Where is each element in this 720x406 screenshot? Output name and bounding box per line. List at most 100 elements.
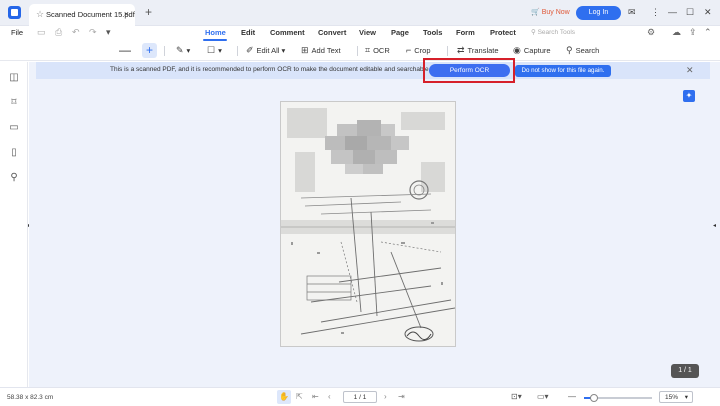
search-tools-input[interactable]: ⚲ Search Tools bbox=[531, 28, 575, 36]
page-dimensions: 58.38 x 82.3 cm bbox=[7, 394, 54, 401]
redo-icon[interactable]: ↷ bbox=[89, 27, 97, 38]
new-tab-icon[interactable]: + bbox=[145, 6, 152, 18]
close-window-icon[interactable]: ✕ bbox=[704, 7, 712, 17]
perform-ocr-button[interactable]: Perform OCR bbox=[429, 64, 510, 77]
select-tool-icon[interactable]: ⇱ bbox=[296, 392, 303, 401]
collapse-icon[interactable]: ⌃ bbox=[704, 27, 712, 38]
highlight-button[interactable]: ✎ ▾ bbox=[176, 45, 190, 56]
file-menu[interactable]: File bbox=[11, 28, 23, 37]
zoom-in-button[interactable]: + bbox=[142, 43, 157, 58]
menu-bar: File ▭ ⎙ ↶ ↷ ▾ Home Edit Comment Convert… bbox=[0, 26, 720, 41]
shape-button[interactable]: ☐ ▾ bbox=[207, 45, 222, 56]
ocr-icon: ⌗ bbox=[365, 45, 371, 55]
last-page-icon[interactable]: ⇥ bbox=[398, 392, 405, 401]
left-sidebar: ◫ ⌑ ▭ ▯ ⚲ bbox=[0, 62, 28, 387]
search-button[interactable]: ⚲ Search bbox=[566, 45, 599, 56]
home-toolbar: — + ✎ ▾ ☐ ▾ ✐ Edit All ▾ ⊞ Add Text ⌗ OCR ⌐ Cro… bbox=[0, 41, 720, 61]
ocr-label: OCR bbox=[373, 46, 390, 55]
ai-assistant-icon[interactable]: ✦ bbox=[683, 90, 695, 102]
add-text-label: Add Text bbox=[311, 46, 341, 55]
tab-home[interactable]: Home bbox=[205, 28, 226, 37]
scanned-page bbox=[280, 101, 456, 347]
print-icon[interactable]: ⎙ bbox=[55, 27, 62, 38]
tab-convert[interactable]: Convert bbox=[318, 28, 346, 37]
search-label: Search bbox=[575, 46, 600, 55]
divider bbox=[447, 46, 448, 56]
close-tab-icon[interactable]: × bbox=[124, 9, 129, 19]
save-icon[interactable]: ▭ bbox=[37, 27, 46, 38]
app-logo bbox=[8, 6, 21, 19]
thumbnails-icon[interactable]: ◫ bbox=[8, 72, 20, 84]
chevron-down-icon: ▾ bbox=[186, 46, 191, 55]
first-page-icon[interactable]: ⇤ bbox=[312, 392, 319, 401]
search-tools-placeholder: Search Tools bbox=[537, 29, 576, 36]
page-counter: 1 / 1 bbox=[671, 364, 699, 378]
tab-view[interactable]: View bbox=[359, 28, 376, 37]
zoom-slider-handle[interactable] bbox=[590, 394, 598, 402]
chevron-down-icon: ▾ bbox=[218, 46, 222, 55]
zoom-value: 15% bbox=[665, 394, 679, 401]
translate-label: Translate bbox=[467, 46, 499, 55]
crop-label: Crop bbox=[414, 45, 431, 55]
zoom-percentage[interactable]: 15% ▾ bbox=[659, 391, 693, 403]
settings-icon[interactable]: ⚙ bbox=[647, 27, 655, 38]
tab-page[interactable]: Page bbox=[391, 28, 409, 37]
star-icon[interactable]: ☆ bbox=[36, 9, 44, 20]
search-icon[interactable]: ⚲ bbox=[8, 172, 20, 184]
ocr-button[interactable]: ⌗ OCR bbox=[365, 45, 390, 56]
message-icon[interactable]: ✉ bbox=[628, 7, 636, 17]
fit-page-icon[interactable]: ⊡▾ bbox=[511, 392, 522, 401]
attachment-icon[interactable]: ▯ bbox=[8, 147, 20, 159]
maximize-icon[interactable]: ☐ bbox=[686, 7, 694, 17]
expand-right-panel-icon[interactable]: ◂ bbox=[713, 222, 716, 229]
search-icon: ⚲ bbox=[566, 45, 573, 55]
tab-form[interactable]: Form bbox=[456, 28, 475, 37]
comment-icon[interactable]: ▭ bbox=[8, 122, 20, 134]
title-bar: ☆ Scanned Document 15.pdf × + 🛒 Buy Now L… bbox=[0, 0, 720, 26]
bookmark-icon[interactable]: ⌑ bbox=[8, 97, 20, 109]
share-icon[interactable]: ⇪ bbox=[689, 27, 697, 38]
add-text-icon: ⊞ bbox=[301, 45, 309, 55]
tab-comment[interactable]: Comment bbox=[270, 28, 305, 37]
dont-show-again-button[interactable]: Do not show for this file again. bbox=[515, 65, 611, 77]
hand-tool-icon[interactable]: ✋ bbox=[277, 390, 291, 404]
cloud-icon[interactable]: ☁ bbox=[672, 27, 681, 38]
translate-button[interactable]: ⇄ Translate bbox=[457, 45, 499, 56]
chevron-down-icon: ▾ bbox=[281, 46, 286, 55]
chevron-down-icon: ▾ bbox=[684, 394, 688, 401]
crop-icon: ⌐ bbox=[406, 45, 412, 55]
document-tab[interactable]: ☆ Scanned Document 15.pdf × bbox=[29, 4, 135, 26]
undo-icon[interactable]: ↶ bbox=[72, 27, 80, 38]
camera-icon: ◉ bbox=[513, 45, 521, 55]
zoom-out-button[interactable]: — bbox=[119, 43, 131, 57]
zoom-slider[interactable] bbox=[584, 394, 652, 402]
buy-now-link[interactable]: 🛒 Buy Now bbox=[531, 8, 570, 16]
rectangle-icon: ☐ bbox=[207, 45, 216, 55]
edit-all-label: Edit All bbox=[256, 46, 280, 55]
crop-button[interactable]: ⌐ Crop bbox=[406, 45, 431, 55]
search-tools-icon: ⚲ bbox=[531, 29, 538, 36]
tab-edit[interactable]: Edit bbox=[241, 28, 255, 37]
previous-page-icon[interactable]: ‹ bbox=[328, 392, 331, 401]
capture-button[interactable]: ◉ Capture bbox=[513, 45, 551, 56]
minimize-icon[interactable]: — bbox=[668, 7, 677, 17]
close-banner-icon[interactable]: ✕ bbox=[686, 65, 694, 76]
tab-title: Scanned Document 15.pdf bbox=[46, 10, 135, 19]
customize-icon[interactable]: ▾ bbox=[106, 27, 111, 38]
edit-all-button[interactable]: ✐ Edit All ▾ bbox=[246, 45, 285, 56]
divider bbox=[164, 46, 165, 56]
capture-label: Capture bbox=[523, 46, 551, 55]
add-text-button[interactable]: ⊞ Add Text bbox=[301, 45, 341, 56]
tab-tools[interactable]: Tools bbox=[423, 28, 442, 37]
scanned-page-image bbox=[281, 102, 455, 346]
divider bbox=[357, 46, 358, 56]
next-page-icon[interactable]: › bbox=[384, 392, 387, 401]
more-icon[interactable]: ⋮ bbox=[651, 7, 660, 17]
zoom-out-icon[interactable]: — bbox=[568, 392, 576, 401]
login-button[interactable]: Log In bbox=[576, 6, 621, 20]
tab-protect[interactable]: Protect bbox=[490, 28, 516, 37]
page-layout-icon[interactable]: ▭▾ bbox=[537, 392, 549, 401]
buy-now-label: Buy Now bbox=[541, 9, 570, 16]
divider bbox=[237, 46, 238, 56]
page-number-input[interactable]: 1 / 1 bbox=[343, 391, 377, 403]
